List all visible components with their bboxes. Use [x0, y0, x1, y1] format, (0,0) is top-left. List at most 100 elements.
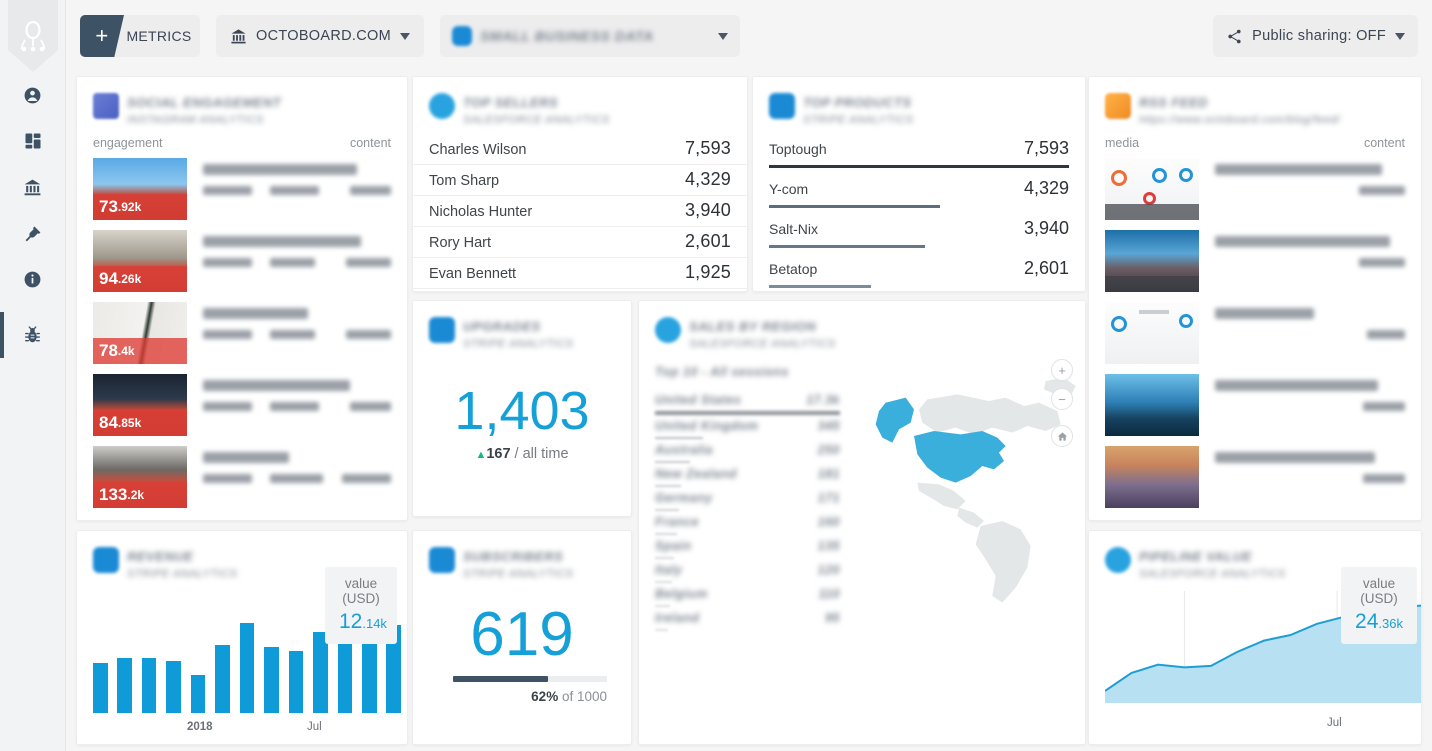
bar[interactable]: [239, 622, 255, 713]
bar[interactable]: [288, 651, 304, 713]
list-item[interactable]: [1089, 370, 1421, 442]
table-row[interactable]: Y-com 4,329: [753, 174, 1085, 208]
list-item[interactable]: [1089, 298, 1421, 370]
chevron-down-icon: [717, 32, 728, 40]
property-selector[interactable]: SMALL BUSINESS DATA: [439, 15, 740, 57]
table-row[interactable]: New Zealand 181: [655, 463, 840, 487]
product-bar-fill: [769, 285, 871, 288]
public-sharing-label: Public sharing: OFF: [1252, 28, 1386, 44]
table-row[interactable]: Belgium 110: [655, 583, 840, 607]
list-item[interactable]: 133.2k: [77, 442, 407, 514]
sidebar-item-account[interactable]: [0, 72, 65, 118]
table-row[interactable]: Salt-Nix 3,940: [753, 214, 1085, 248]
region-name: United Kingdom: [655, 419, 759, 433]
product-value: 3,940: [1023, 218, 1069, 238]
card-header: SOCIAL ENGAGEMENT INSTAGRAM ANALYTICS: [77, 77, 407, 126]
bar[interactable]: [93, 663, 108, 713]
add-metrics-label: METRICS: [126, 28, 192, 44]
post-thumbnail: 133.2k: [93, 446, 187, 508]
table-row[interactable]: Charles Wilson 7,593: [413, 134, 747, 165]
list-item[interactable]: [1089, 442, 1421, 514]
card-title: UPGRADES: [463, 319, 541, 334]
table-row[interactable]: United States 17.3k: [655, 389, 840, 415]
card-social-engagement[interactable]: SOCIAL ENGAGEMENT INSTAGRAM ANALYTICS en…: [76, 76, 408, 521]
carousel-dots[interactable]: [1089, 514, 1421, 520]
seller-value: 2,601: [684, 231, 731, 251]
bar[interactable]: [215, 645, 230, 713]
product-name: Toptough: [769, 141, 827, 157]
list-item[interactable]: [1089, 154, 1421, 226]
home-icon: [1057, 431, 1067, 441]
list-item[interactable]: 84.85k: [77, 370, 407, 442]
world-map[interactable]: [834, 341, 1084, 641]
table-row[interactable]: Italy 120: [655, 559, 840, 583]
public-sharing-toggle[interactable]: Public sharing: OFF: [1213, 15, 1418, 57]
list-item[interactable]: 78.4k: [77, 298, 407, 370]
seller-value: 1,925: [684, 262, 731, 282]
map-zoom-out-button[interactable]: −: [1051, 388, 1073, 410]
table-row[interactable]: Rory Hart 2,601: [413, 227, 747, 258]
post-content: [203, 374, 391, 436]
card-top-sellers[interactable]: TOP SELLERS SALESFORCE ANALYTICS Charles…: [412, 76, 748, 292]
card-subtitle: SALESFORCE ANALYTICS: [1139, 568, 1286, 580]
card-top-products[interactable]: TOP PRODUCTS STRIPE ANALYTICS Toptough 7…: [752, 76, 1086, 292]
card-subtitle: STRIPE ANALYTICS: [127, 568, 238, 580]
region-name: France: [655, 515, 699, 529]
sidebar-item-dashboards[interactable]: [0, 118, 65, 164]
card-subtitle: SALESFORCE ANALYTICS: [689, 338, 836, 350]
sidebar-item-info[interactable]: [0, 256, 65, 302]
rss-bird-logo-icon: [1105, 93, 1131, 119]
post-content: [203, 302, 391, 364]
post-thumbnail: 84.85k: [93, 374, 187, 436]
card-rss-feed[interactable]: RSS FEED https://www.octoboard.com/blog/…: [1088, 76, 1422, 521]
region-name: Australia: [655, 443, 713, 457]
table-row[interactable]: Australia 250: [655, 439, 840, 463]
list-item[interactable]: 73.92k: [77, 154, 407, 226]
table-row[interactable]: Betatop 2,601: [753, 254, 1085, 288]
post-thumbnail: 94.26k: [93, 230, 187, 292]
add-metrics-button[interactable]: + METRICS: [80, 15, 200, 57]
map-home-button[interactable]: [1051, 425, 1073, 447]
sidebar-item-agency[interactable]: [0, 164, 65, 210]
card-subscribers[interactable]: SUBSCRIBERS STRIPE ANALYTICS 619 62% of …: [412, 530, 632, 745]
bug-icon: [25, 325, 40, 342]
table-row[interactable]: United Kingdom 345: [655, 415, 840, 439]
card-sales-by-region[interactable]: SALES BY REGION SALESFORCE ANALYTICS Top…: [638, 300, 1086, 745]
bar[interactable]: [264, 647, 279, 713]
thumbnail-caption: [1105, 204, 1199, 220]
account-selector[interactable]: OCTOBOARD.COM: [216, 15, 424, 57]
table-row[interactable]: Toptough 7,593: [753, 134, 1085, 168]
table-row[interactable]: Germany 171: [655, 487, 840, 511]
list-item[interactable]: 94.26k: [77, 226, 407, 298]
app-logo[interactable]: [0, 0, 65, 72]
carousel-dots[interactable]: [77, 514, 407, 520]
article-thumbnail: [1105, 158, 1199, 220]
table-row[interactable]: Tom Sharp 4,329: [413, 165, 747, 196]
table-row[interactable]: Ireland 95: [655, 607, 840, 631]
map-zoom-in-button[interactable]: +: [1051, 359, 1073, 381]
bar[interactable]: [313, 632, 328, 713]
card-title: SALES BY REGION: [689, 319, 817, 334]
map-region-canada: [919, 394, 1061, 435]
metric-value-block: 619: [413, 580, 631, 690]
list-item[interactable]: [1089, 226, 1421, 298]
column-header-media: media: [1105, 136, 1140, 150]
bar[interactable]: [361, 634, 377, 713]
table-row[interactable]: Evan Bennett 1,925: [413, 258, 747, 289]
card-pipeline-value[interactable]: PIPELINE VALUE SALESFORCE ANALYTICS Jul …: [1088, 530, 1422, 745]
sidebar-item-bugs[interactable]: [0, 312, 65, 358]
bar[interactable]: [166, 661, 181, 713]
table-row[interactable]: France 160: [655, 511, 840, 535]
column-headers: media content: [1089, 126, 1421, 154]
card-revenue[interactable]: REVENUE STRIPE ANALYTICS 2018 Jul value …: [76, 530, 408, 745]
card-upgrades[interactable]: UPGRADES STRIPE ANALYTICS 1,403 ▲167 / a…: [412, 300, 632, 517]
bar[interactable]: [117, 657, 133, 713]
bar[interactable]: [141, 657, 157, 713]
table-row[interactable]: Nicholas Hunter 3,940: [413, 196, 747, 227]
table-row[interactable]: Spain 135: [655, 535, 840, 559]
engagement-value: 94.26k: [93, 266, 187, 292]
card-subtitle: STRIPE ANALYTICS: [463, 338, 574, 350]
sidebar-item-integrations[interactable]: [0, 210, 65, 256]
facebook-logo-icon: [93, 93, 119, 119]
bar[interactable]: [190, 674, 206, 713]
